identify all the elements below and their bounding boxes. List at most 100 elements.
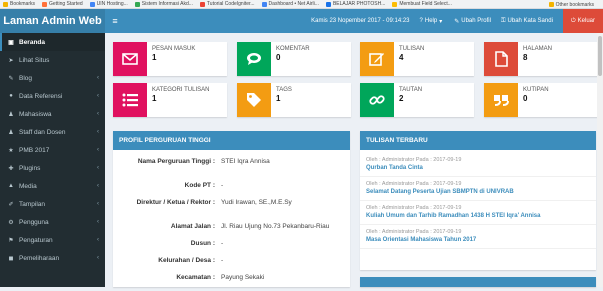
post-item: Oleh : Administrator Pada : 2017-09-19 Ma… [360, 225, 596, 249]
sidebar-item-staff-dan-dosen[interactable]: ♟ Staff dan Dosen ‹ [0, 123, 105, 141]
post-meta: Oleh : Administrator Pada : 2017-09-19 [366, 205, 462, 211]
bookmark-item[interactable]: Sistem Informasi Akd... [134, 1, 193, 7]
profile-row: Nama Perguruan Tinggi : STEI Iqra Annisa [113, 158, 350, 182]
profile-row-value: Jl. Riau Ujung No.73 Pekanbaru-Riau [221, 223, 330, 230]
profile-row-label: Dusun : [190, 240, 215, 247]
stat-box-pesan-masuk[interactable]: PESAN MASUK 1 [113, 42, 227, 76]
caret-down-icon: ▾ [439, 18, 443, 25]
profile-row-value: Yudi Irawan, SE.,M.E.Sy [221, 199, 292, 206]
menu-icon: ⚙ [8, 219, 14, 226]
sidebar-item-label: Pengguna [19, 218, 49, 226]
bookmark-item[interactable]: Membuat Field Select... [392, 1, 452, 7]
sidebar-item-blog[interactable]: ✎ Blog ‹ [0, 69, 105, 87]
brand-logo[interactable]: Laman Admin Web [0, 9, 105, 33]
favicon-icon [261, 1, 267, 7]
sidebar-item-pmb-2017[interactable]: ★ PMB 2017 ‹ [0, 141, 105, 159]
bookmark-item[interactable]: UIN Hosting... [89, 1, 128, 7]
post-title-link[interactable]: Selamat Datang Peserta Ujian SBMPTN di U… [366, 188, 590, 196]
sidebar-item-label: Beranda [19, 38, 46, 46]
envelope-icon [113, 42, 147, 76]
bookmark-item[interactable]: Bookmarks [3, 1, 35, 7]
favicon-icon [89, 1, 95, 7]
sidebar-item-pengguna[interactable]: ⚙ Pengguna ‹ [0, 213, 105, 231]
bookmarks-bar: Bookmarks Getting Started UIN Hosting... Si… [0, 0, 603, 9]
post-title-link[interactable]: Qurban Tanda Cinta [366, 164, 590, 172]
favicon-icon [392, 1, 398, 7]
stat-value: 8 [523, 53, 528, 62]
bookmark-item[interactable]: Dashboard • Net Airli... [261, 1, 319, 7]
sidebar-item-tampilan[interactable]: ✐ Tampilan ‹ [0, 195, 105, 213]
profile-row-value: STEI Iqra Annisa [221, 158, 270, 165]
help-menu[interactable]: ? Help ▾ [420, 18, 445, 25]
list-icon [113, 83, 147, 117]
menu-icon: ♟ [8, 129, 14, 136]
sidebar-item-pengaturan[interactable]: ⚑ Pengaturan ‹ [0, 231, 105, 249]
profile-row: Kecamatan : Payung Sekaki [113, 274, 350, 291]
menu-icon: ● [9, 93, 13, 99]
menu-icon: ✐ [8, 201, 14, 208]
stat-value: 4 [399, 53, 404, 62]
stat-title: KOMENTAR [276, 46, 310, 52]
sidebar-item-plugins[interactable]: ✚ Plugins ‹ [0, 159, 105, 177]
chevron-left-icon: ‹ [97, 219, 99, 225]
profile-row-value: - [221, 240, 224, 247]
stat-box-halaman[interactable]: HALAMAN 8 [484, 42, 598, 76]
bookmark-item[interactable]: Getting Started [42, 1, 83, 7]
sidebar-item-media[interactable]: ▲ Media ‹ [0, 177, 105, 195]
post-meta: Oleh : Administrator Pada : 2017-09-19 [366, 229, 462, 235]
favicon-icon [199, 1, 205, 7]
bookmark-item[interactable]: Tutorial CodeIgniter... [199, 1, 255, 7]
file-icon [484, 42, 518, 76]
next-panel [360, 277, 596, 287]
chevron-left-icon: ‹ [97, 129, 99, 135]
sidebar-item-beranda[interactable]: ▣ Beranda [0, 33, 105, 51]
sidebar-item-data-referensi[interactable]: ● Data Referensi ‹ [0, 87, 105, 105]
page-scrollbar[interactable] [597, 33, 603, 287]
stat-box-kategori-tulisan[interactable]: KATEGORI TULISAN 1 [113, 83, 227, 117]
profile-row: Kode PT :- [113, 182, 350, 199]
chevron-left-icon: ‹ [97, 111, 99, 117]
sidebar-item-lihat-situs[interactable]: ➤ Lihat Situs [0, 51, 105, 69]
chevron-left-icon: ‹ [97, 93, 99, 99]
key-icon: ⚿ [500, 17, 506, 24]
profile-row: Kelurahan / Desa :- [113, 257, 350, 274]
post-title-link[interactable]: Masa Orientasi Mahasiswa Tahun 2017 [366, 236, 590, 244]
sidebar-item-pemeliharaan[interactable]: ◼ Pemeliharaan ‹ [0, 249, 105, 267]
scroll-thumb[interactable] [598, 36, 602, 76]
sidebar-item-mahasiswa[interactable]: ♟ Mahasiswa ‹ [0, 105, 105, 123]
stat-value: 1 [152, 94, 157, 103]
stat-box-komentar[interactable]: KOMENTAR 0 [237, 42, 351, 76]
chevron-left-icon: ‹ [97, 183, 99, 189]
chevron-left-icon: ‹ [97, 201, 99, 207]
chevron-left-icon: ‹ [97, 237, 99, 243]
stat-title: HALAMAN [523, 46, 553, 52]
other-bookmarks[interactable]: Other bookmarks [548, 0, 601, 9]
sidebar-item-label: Data Referensi [19, 92, 63, 100]
stat-box-tags[interactable]: TAGS 1 [237, 83, 351, 117]
post-meta: Oleh : Administrator Pada : 2017-09-19 [366, 157, 462, 163]
profile-row: Alamat Jalan : Jl. Riau Ujung No.73 Pekan… [113, 223, 350, 240]
profile-row-label: Alamat Jalan : [170, 223, 215, 230]
bookmark-item[interactable]: BELAJAR PHOTOSH... [325, 1, 385, 7]
post-title-link[interactable]: Kuliah Umum dan Tarhib Ramadhan 1438 H S… [366, 212, 590, 220]
logout-button[interactable]: ⏻ Keluar [562, 9, 603, 33]
sidebar-item-label: Pengaturan [19, 236, 53, 244]
profile-row-label: Kecamatan : [176, 274, 215, 281]
chevron-left-icon: ‹ [97, 147, 99, 153]
favicon-icon [3, 1, 8, 7]
stat-value: 0 [276, 53, 281, 62]
change-password-link[interactable]: ⚿ Ubah Kata Sandi [501, 18, 553, 25]
sidebar-item-label: Staff dan Dosen [19, 128, 66, 136]
datetime-display: Kamis 23 Nopember 2017 - 09:14:23 [311, 18, 410, 24]
profile-row: Dusun :- [113, 240, 350, 257]
sidebar-toggle-icon[interactable]: ≡ [105, 16, 125, 26]
profile-link[interactable]: ✎ Ubah Profil [454, 18, 491, 25]
stat-box-tautan[interactable]: TAUTAN 2 [360, 83, 474, 117]
chevron-left-icon: ‹ [97, 75, 99, 81]
sidebar-item-label: Blog [19, 74, 33, 82]
stat-box-tulisan[interactable]: TULISAN 4 [360, 42, 474, 76]
menu-icon: ♟ [8, 111, 14, 118]
favicon-icon [325, 1, 331, 7]
stat-box-kutipan[interactable]: KUTIPAN 0 [484, 83, 598, 117]
folder-icon [548, 2, 554, 7]
